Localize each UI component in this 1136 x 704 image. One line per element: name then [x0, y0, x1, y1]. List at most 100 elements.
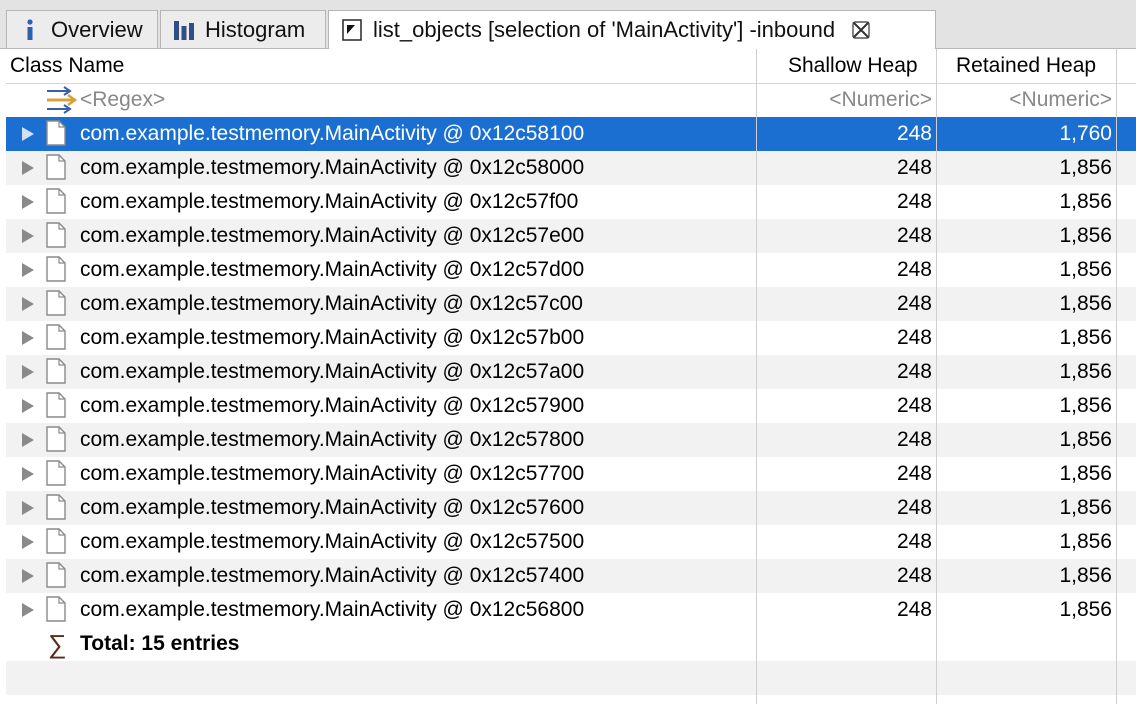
- table-row[interactable]: com.example.testmemory.MainActivity @ 0x…: [6, 321, 1136, 355]
- retained-heap-cell: 1,856: [1059, 224, 1112, 247]
- table-row[interactable]: com.example.testmemory.MainActivity @ 0x…: [6, 287, 1136, 321]
- retained-heap-cell: 1,856: [1059, 598, 1112, 621]
- object-icon: [46, 324, 66, 350]
- empty-row: [6, 661, 1136, 695]
- column-divider[interactable]: [1116, 49, 1117, 704]
- retained-heap-cell: 1,856: [1059, 326, 1112, 349]
- filter-row[interactable]: <Regex> <Numeric> <Numeric>: [6, 83, 1136, 117]
- shallow-heap-cell: 248: [896, 428, 932, 451]
- expand-arrow-icon[interactable]: [22, 399, 34, 413]
- class-name-cell: com.example.testmemory.MainActivity @ 0x…: [80, 224, 585, 247]
- expand-arrow-icon[interactable]: [22, 501, 34, 515]
- expand-arrow-icon[interactable]: [22, 467, 34, 481]
- object-icon: [46, 256, 66, 282]
- class-name-cell: com.example.testmemory.MainActivity @ 0x…: [80, 598, 585, 621]
- class-name-cell: com.example.testmemory.MainActivity @ 0x…: [80, 258, 585, 281]
- shallow-heap-cell: 248: [896, 224, 932, 247]
- table-row[interactable]: com.example.testmemory.MainActivity @ 0x…: [6, 185, 1136, 219]
- expand-arrow-icon[interactable]: [22, 331, 34, 345]
- shallow-heap-cell: 248: [896, 292, 932, 315]
- table-row[interactable]: com.example.testmemory.MainActivity @ 0x…: [6, 593, 1136, 627]
- table-row[interactable]: com.example.testmemory.MainActivity @ 0x…: [6, 423, 1136, 457]
- expand-arrow-icon[interactable]: [22, 297, 34, 311]
- expand-arrow-icon[interactable]: [22, 195, 34, 209]
- class-name-cell: com.example.testmemory.MainActivity @ 0x…: [80, 428, 585, 451]
- class-name-cell: com.example.testmemory.MainActivity @ 0x…: [80, 122, 585, 145]
- table-row[interactable]: com.example.testmemory.MainActivity @ 0x…: [6, 151, 1136, 185]
- table-row[interactable]: com.example.testmemory.MainActivity @ 0x…: [6, 457, 1136, 491]
- column-header-shallow-heap[interactable]: Shallow Heap: [788, 49, 918, 83]
- class-name-cell: com.example.testmemory.MainActivity @ 0x…: [80, 156, 585, 179]
- object-icon: [46, 154, 66, 180]
- retained-heap-cell: 1,856: [1059, 530, 1112, 553]
- expand-arrow-icon[interactable]: [22, 229, 34, 243]
- retained-heap-cell: 1,856: [1059, 258, 1112, 281]
- editor-tab-bar: Overview Histogram list_objects [selecti…: [0, 0, 1136, 49]
- column-header-class-name[interactable]: Class Name: [10, 49, 124, 83]
- sum-icon: ∑: [48, 629, 67, 659]
- table-row[interactable]: com.example.testmemory.MainActivity @ 0x…: [6, 117, 1136, 151]
- shallow-heap-cell: 248: [896, 326, 932, 349]
- shallow-heap-cell: 248: [896, 156, 932, 179]
- column-header-retained-heap[interactable]: Retained Heap: [956, 49, 1096, 83]
- total-row: ∑ Total: 15 entries: [6, 627, 1136, 661]
- retained-heap-filter-input[interactable]: <Numeric>: [938, 83, 1112, 117]
- table-row[interactable]: com.example.testmemory.MainActivity @ 0x…: [6, 219, 1136, 253]
- table-row[interactable]: com.example.testmemory.MainActivity @ 0x…: [6, 389, 1136, 423]
- shallow-heap-cell: 248: [896, 530, 932, 553]
- tab-label: Histogram: [205, 16, 306, 42]
- shallow-heap-cell: 248: [896, 190, 932, 213]
- expand-arrow-icon[interactable]: [22, 569, 34, 583]
- tab-list-objects[interactable]: list_objects [selection of 'MainActivity…: [328, 10, 936, 49]
- histogram-icon: [173, 19, 195, 41]
- retained-heap-cell: 1,856: [1059, 292, 1112, 315]
- expand-arrow-icon[interactable]: [22, 127, 34, 141]
- shallow-heap-filter-input[interactable]: <Numeric>: [758, 83, 932, 117]
- retained-heap-cell: 1,856: [1059, 394, 1112, 417]
- object-icon: [46, 290, 66, 316]
- shallow-heap-cell: 248: [896, 360, 932, 383]
- table-row[interactable]: com.example.testmemory.MainActivity @ 0x…: [6, 253, 1136, 287]
- expand-arrow-icon[interactable]: [22, 161, 34, 175]
- table-row[interactable]: com.example.testmemory.MainActivity @ 0x…: [6, 559, 1136, 593]
- table-row[interactable]: com.example.testmemory.MainActivity @ 0x…: [6, 525, 1136, 559]
- tab-overview[interactable]: Overview: [6, 10, 158, 48]
- tab-label: Overview: [51, 16, 143, 42]
- expand-arrow-icon[interactable]: [22, 365, 34, 379]
- class-name-cell: com.example.testmemory.MainActivity @ 0x…: [80, 496, 585, 519]
- object-icon: [46, 426, 66, 452]
- class-name-cell: com.example.testmemory.MainActivity @ 0x…: [80, 564, 585, 587]
- expand-arrow-icon[interactable]: [22, 433, 34, 447]
- expand-arrow-icon[interactable]: [22, 263, 34, 277]
- class-name-cell: com.example.testmemory.MainActivity @ 0x…: [80, 462, 585, 485]
- retained-heap-cell: 1,856: [1059, 360, 1112, 383]
- class-name-cell: com.example.testmemory.MainActivity @ 0x…: [80, 360, 585, 383]
- retained-heap-cell: 1,856: [1059, 156, 1112, 179]
- column-divider[interactable]: [936, 49, 937, 704]
- retained-heap-cell: 1,856: [1059, 496, 1112, 519]
- object-icon: [46, 188, 66, 214]
- tab-histogram[interactable]: Histogram: [160, 10, 326, 48]
- table-header: Class Name Shallow Heap Retained Heap: [6, 49, 1136, 84]
- retained-heap-cell: 1,856: [1059, 462, 1112, 485]
- object-icon: [46, 494, 66, 520]
- shallow-heap-cell: 248: [896, 122, 932, 145]
- class-name-cell: com.example.testmemory.MainActivity @ 0x…: [80, 190, 579, 213]
- regex-filter-input[interactable]: <Regex>: [80, 83, 165, 117]
- info-icon: [19, 18, 41, 41]
- retained-heap-cell: 1,856: [1059, 190, 1112, 213]
- table-row[interactable]: com.example.testmemory.MainActivity @ 0x…: [6, 491, 1136, 525]
- column-divider[interactable]: [756, 49, 757, 704]
- retained-heap-cell: 1,856: [1059, 428, 1112, 451]
- retained-heap-cell: 1,760: [1059, 122, 1112, 145]
- total-label: Total: 15 entries: [80, 632, 240, 655]
- shallow-heap-cell: 248: [896, 258, 932, 281]
- object-icon: [46, 392, 66, 418]
- object-icon: [46, 222, 66, 248]
- table-row[interactable]: com.example.testmemory.MainActivity @ 0x…: [6, 355, 1136, 389]
- retained-heap-cell: 1,856: [1059, 564, 1112, 587]
- expand-arrow-icon[interactable]: [22, 535, 34, 549]
- close-icon[interactable]: [851, 20, 871, 40]
- tab-label: list_objects [selection of 'MainActivity…: [373, 17, 836, 42]
- expand-arrow-icon[interactable]: [22, 603, 34, 617]
